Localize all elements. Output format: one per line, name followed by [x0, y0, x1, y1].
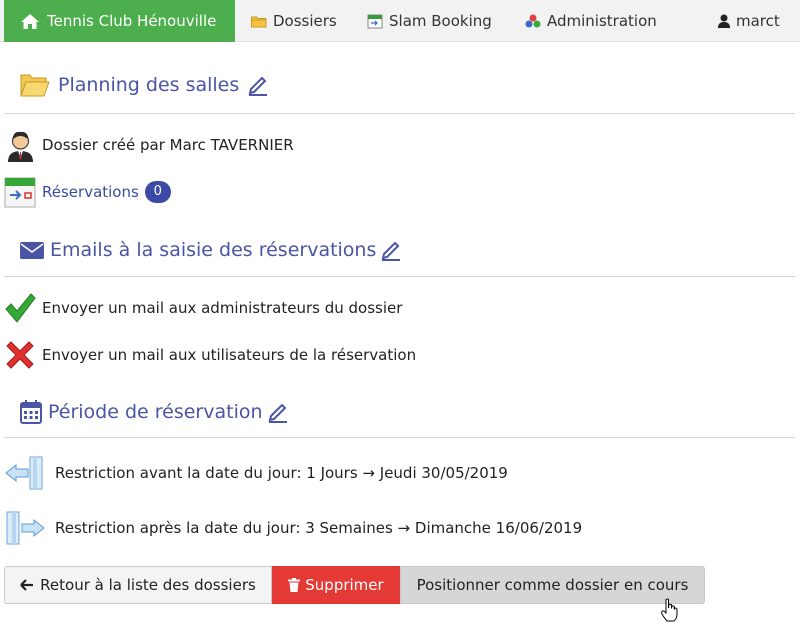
nav-slam-label: Slam Booking — [389, 12, 492, 30]
email-admins-row: Envoyer un mail aux administrateurs du d… — [4, 291, 402, 324]
planning-title: Planning des salles — [58, 74, 240, 96]
nav-user-label: marct — [736, 12, 780, 30]
nav-administration[interactable]: Administration — [525, 0, 657, 42]
email-users-row: Envoyer un mail aux utilisateurs de la r… — [4, 339, 416, 371]
user-avatar-icon — [8, 131, 33, 162]
brand-label: Tennis Club Hénouville — [47, 12, 217, 30]
divider — [4, 113, 795, 114]
top-navbar: Tennis Club Hénouville Dossiers Slam Boo… — [0, 0, 800, 42]
emails-title: Emails à la saisie des réservations — [50, 239, 377, 261]
nav-user-menu[interactable]: marct — [718, 0, 780, 42]
nav-dossiers[interactable]: Dossiers — [251, 0, 337, 42]
booking-calendar-icon — [4, 177, 36, 208]
restriction-after-text: Restriction après la date du jour: 3 Sem… — [55, 519, 583, 537]
created-by-text: Dossier créé par Marc TAVERNIER — [42, 136, 294, 154]
reservations-row: Réservations 0 — [4, 175, 171, 208]
back-to-list-button[interactable]: Retour à la liste des dossiers — [4, 566, 272, 604]
checkmark-icon — [5, 293, 36, 323]
trash-icon — [288, 578, 301, 592]
edit-pencil-icon[interactable] — [267, 401, 289, 423]
reservations-count-badge: 0 — [144, 180, 171, 203]
created-by-row: Dossier créé par Marc TAVERNIER — [5, 127, 294, 163]
back-button-label: Retour à la liste des dossiers — [40, 576, 256, 594]
cross-icon — [6, 341, 34, 369]
user-icon — [718, 14, 730, 28]
nav-slam-booking[interactable]: Slam Booking — [367, 0, 492, 42]
folder-open-icon — [20, 74, 50, 97]
nav-dossiers-label: Dossiers — [273, 12, 337, 30]
arrow-left-icon — [20, 579, 34, 591]
folder-icon — [251, 16, 267, 27]
periode-title: Période de réservation — [48, 401, 263, 423]
divider — [4, 276, 795, 277]
calendar-icon — [20, 400, 42, 424]
set-current-button-label: Positionner comme dossier en cours — [416, 576, 689, 594]
reservations-link[interactable]: Réservations — [42, 183, 139, 201]
groups-icon — [525, 14, 541, 28]
envelope-icon — [20, 242, 44, 259]
edit-pencil-icon[interactable] — [380, 239, 402, 261]
delete-button-label: Supprimer — [305, 576, 384, 594]
delete-button[interactable]: Supprimer — [272, 566, 400, 604]
email-users-text: Envoyer un mail aux utilisateurs de la r… — [42, 346, 417, 364]
planning-heading: Planning des salles — [20, 72, 269, 98]
restriction-after-row: Restriction après la date du jour: 3 Sem… — [4, 510, 582, 546]
edit-pencil-icon[interactable] — [247, 74, 269, 96]
arrow-right-bound-icon — [6, 511, 45, 545]
arrow-left-bound-icon — [5, 456, 43, 490]
hand-cursor-icon — [661, 598, 678, 622]
periode-heading: Période de réservation — [20, 400, 289, 424]
nav-admin-label: Administration — [547, 12, 657, 30]
brand-link[interactable]: Tennis Club Hénouville — [4, 0, 235, 42]
restriction-before-text: Restriction avant la date du jour: 1 Jou… — [55, 464, 508, 482]
divider — [4, 437, 795, 438]
emails-heading: Emails à la saisie des réservations — [20, 239, 402, 261]
restriction-before-row: Restriction avant la date du jour: 1 Jou… — [4, 455, 508, 491]
email-admins-text: Envoyer un mail aux administrateurs du d… — [42, 298, 403, 317]
home-icon — [21, 13, 39, 29]
calendar-icon — [367, 14, 383, 29]
